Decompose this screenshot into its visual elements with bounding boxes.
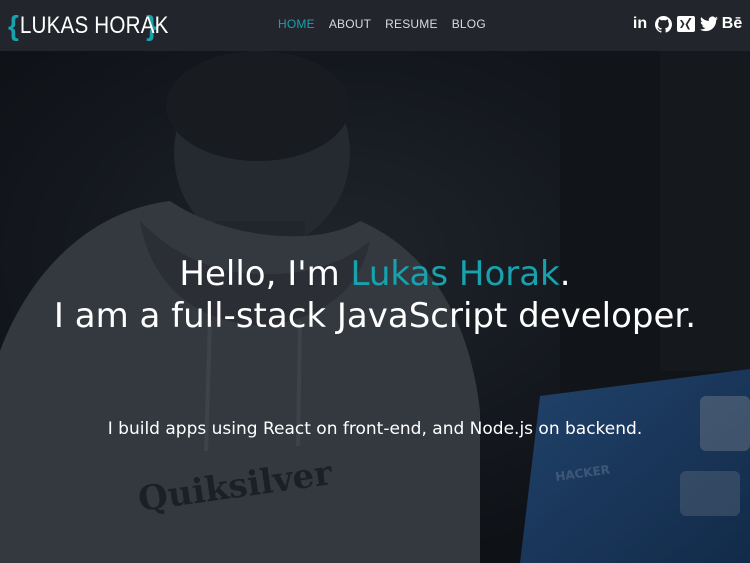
- hero-role: I am a full-stack JavaScript developer.: [53, 295, 697, 336]
- behance-icon[interactable]: Bē: [722, 15, 742, 33]
- xing-icon[interactable]: [677, 15, 695, 33]
- nav-link-about[interactable]: ABOUT: [329, 17, 371, 31]
- hero-headline: Hello, I'm Lukas Horak. I am a full-stac…: [40, 253, 710, 337]
- hero-greeting: Hello, I'm: [179, 253, 351, 294]
- navbar: { LUKAS HORAK } HOME ABOUT RESUME BLOG i…: [0, 0, 750, 51]
- main-nav: HOME ABOUT RESUME BLOG: [278, 17, 486, 31]
- nav-link-resume[interactable]: RESUME: [385, 17, 438, 31]
- hero-tagline: I build apps using React on front-end, a…: [107, 419, 643, 439]
- nav-link-home[interactable]: HOME: [278, 17, 315, 31]
- hero-name: Lukas Horak: [350, 253, 560, 294]
- github-icon[interactable]: [654, 15, 672, 33]
- page: { LUKAS HORAK } HOME ABOUT RESUME BLOG i…: [0, 0, 750, 563]
- social-links: in Bē: [631, 15, 742, 33]
- logo-name: LUKAS HORAK: [19, 12, 169, 39]
- hero-greeting-end: .: [559, 253, 571, 294]
- twitter-icon[interactable]: [700, 15, 718, 33]
- hero: Quiksilver HACKER Hello, I'm Lukas Horak…: [0, 51, 750, 563]
- nav-link-blog[interactable]: BLOG: [452, 17, 486, 31]
- logo-open-brace: {: [8, 10, 20, 41]
- linkedin-icon[interactable]: in: [631, 15, 649, 33]
- logo[interactable]: { LUKAS HORAK }: [8, 10, 169, 42]
